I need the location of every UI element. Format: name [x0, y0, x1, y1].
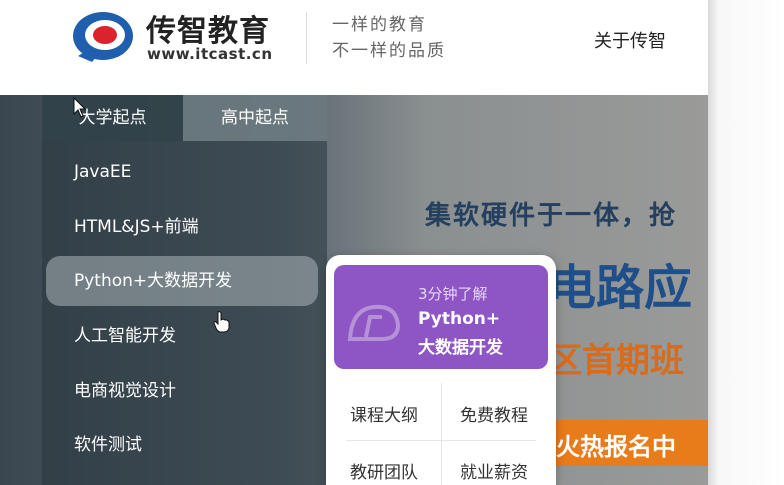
right-margin — [708, 0, 784, 485]
hero-subtitle: 区首期班 — [548, 341, 684, 381]
logo-title[interactable]: 传智教育 — [146, 6, 270, 50]
hero-headline: 集软硬件于一体，抢 — [425, 201, 678, 231]
tab-highschool[interactable]: 高中起点 — [183, 95, 327, 141]
menu-item-design[interactable]: 电商视觉设计 — [46, 366, 318, 416]
category-menu: 大学起点 高中起点 JavaEE HTML&JS+前端 Python+大数据开发… — [42, 95, 327, 485]
promo-subtitle: 3分钟了解 — [418, 285, 488, 303]
about-link[interactable]: 关于传智 — [594, 27, 666, 53]
promo-banner[interactable]: 3分钟了解 Python+ 大数据开发 — [334, 265, 548, 369]
link-syllabus[interactable]: 课程大纲 — [350, 401, 418, 426]
hand-cursor-icon — [213, 311, 230, 333]
tab-university[interactable]: 大学起点 — [42, 95, 183, 141]
logo-url[interactable]: www.itcast.cn — [147, 45, 273, 63]
menu-item-javaee[interactable]: JavaEE — [46, 147, 318, 197]
link-salary[interactable]: 就业薪资 — [460, 458, 528, 483]
link-teaching-team[interactable]: 教研团队 — [350, 458, 418, 483]
menu-item-testing[interactable]: 软件测试 — [46, 420, 318, 470]
promo-title-1: Python+ — [418, 309, 501, 329]
course-popup: 3分钟了解 Python+ 大数据开发 课程大纲 免费教程 教研团队 就业薪资 — [326, 255, 556, 485]
slogan-line-1: 一样的教育 — [332, 15, 427, 35]
menu-item-python[interactable]: Python+大数据开发 — [46, 256, 318, 306]
arrow-cursor-icon — [73, 97, 87, 118]
hero-cta-label: 火热报名中 — [556, 433, 676, 461]
menu-item-ai[interactable]: 人工智能开发 — [46, 311, 318, 361]
itcast-logo-icon[interactable] — [70, 8, 136, 64]
hero-cta-button[interactable]: 火热报名中 — [548, 420, 708, 466]
link-free-tutorial[interactable]: 免费教程 — [460, 401, 528, 426]
promo-title-2: 大数据开发 — [418, 338, 503, 358]
menu-item-frontend[interactable]: HTML&JS+前端 — [46, 202, 318, 252]
page: 传智教育 www.itcast.cn 一样的教育 不一样的品质 关于传智 集软硬… — [0, 0, 708, 485]
popup-divider-horizontal — [346, 440, 536, 441]
logo-watermark-icon — [347, 304, 401, 341]
slogan-line-2: 不一样的品质 — [332, 41, 446, 61]
popup-divider-vertical — [441, 383, 442, 485]
site-header: 传智教育 www.itcast.cn 一样的教育 不一样的品质 关于传智 — [0, 0, 708, 95]
header-divider — [306, 12, 307, 64]
hero-title: 电路应 — [548, 260, 693, 316]
